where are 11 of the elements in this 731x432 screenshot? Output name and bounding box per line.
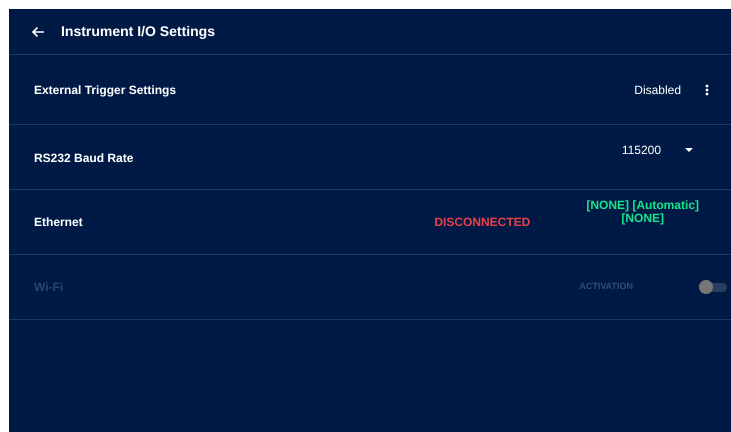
setting-label: Ethernet [34,214,83,231]
more-options-icon[interactable] [705,84,709,96]
page-title: Instrument I/O Settings [61,22,216,41]
setting-label: External Trigger Settings [34,82,176,98]
setting-label: RS232 Baud Rate [34,150,134,167]
caret-icon [685,148,693,152]
back-icon[interactable] [31,26,45,38]
baud-rate-dropdown[interactable]: 115200 [622,141,693,159]
connection-status: DISCONNECTED [434,214,530,231]
network-address: [NONE] [Automatic] [NONE] [586,198,699,226]
setting-value: Disabled [634,82,681,98]
